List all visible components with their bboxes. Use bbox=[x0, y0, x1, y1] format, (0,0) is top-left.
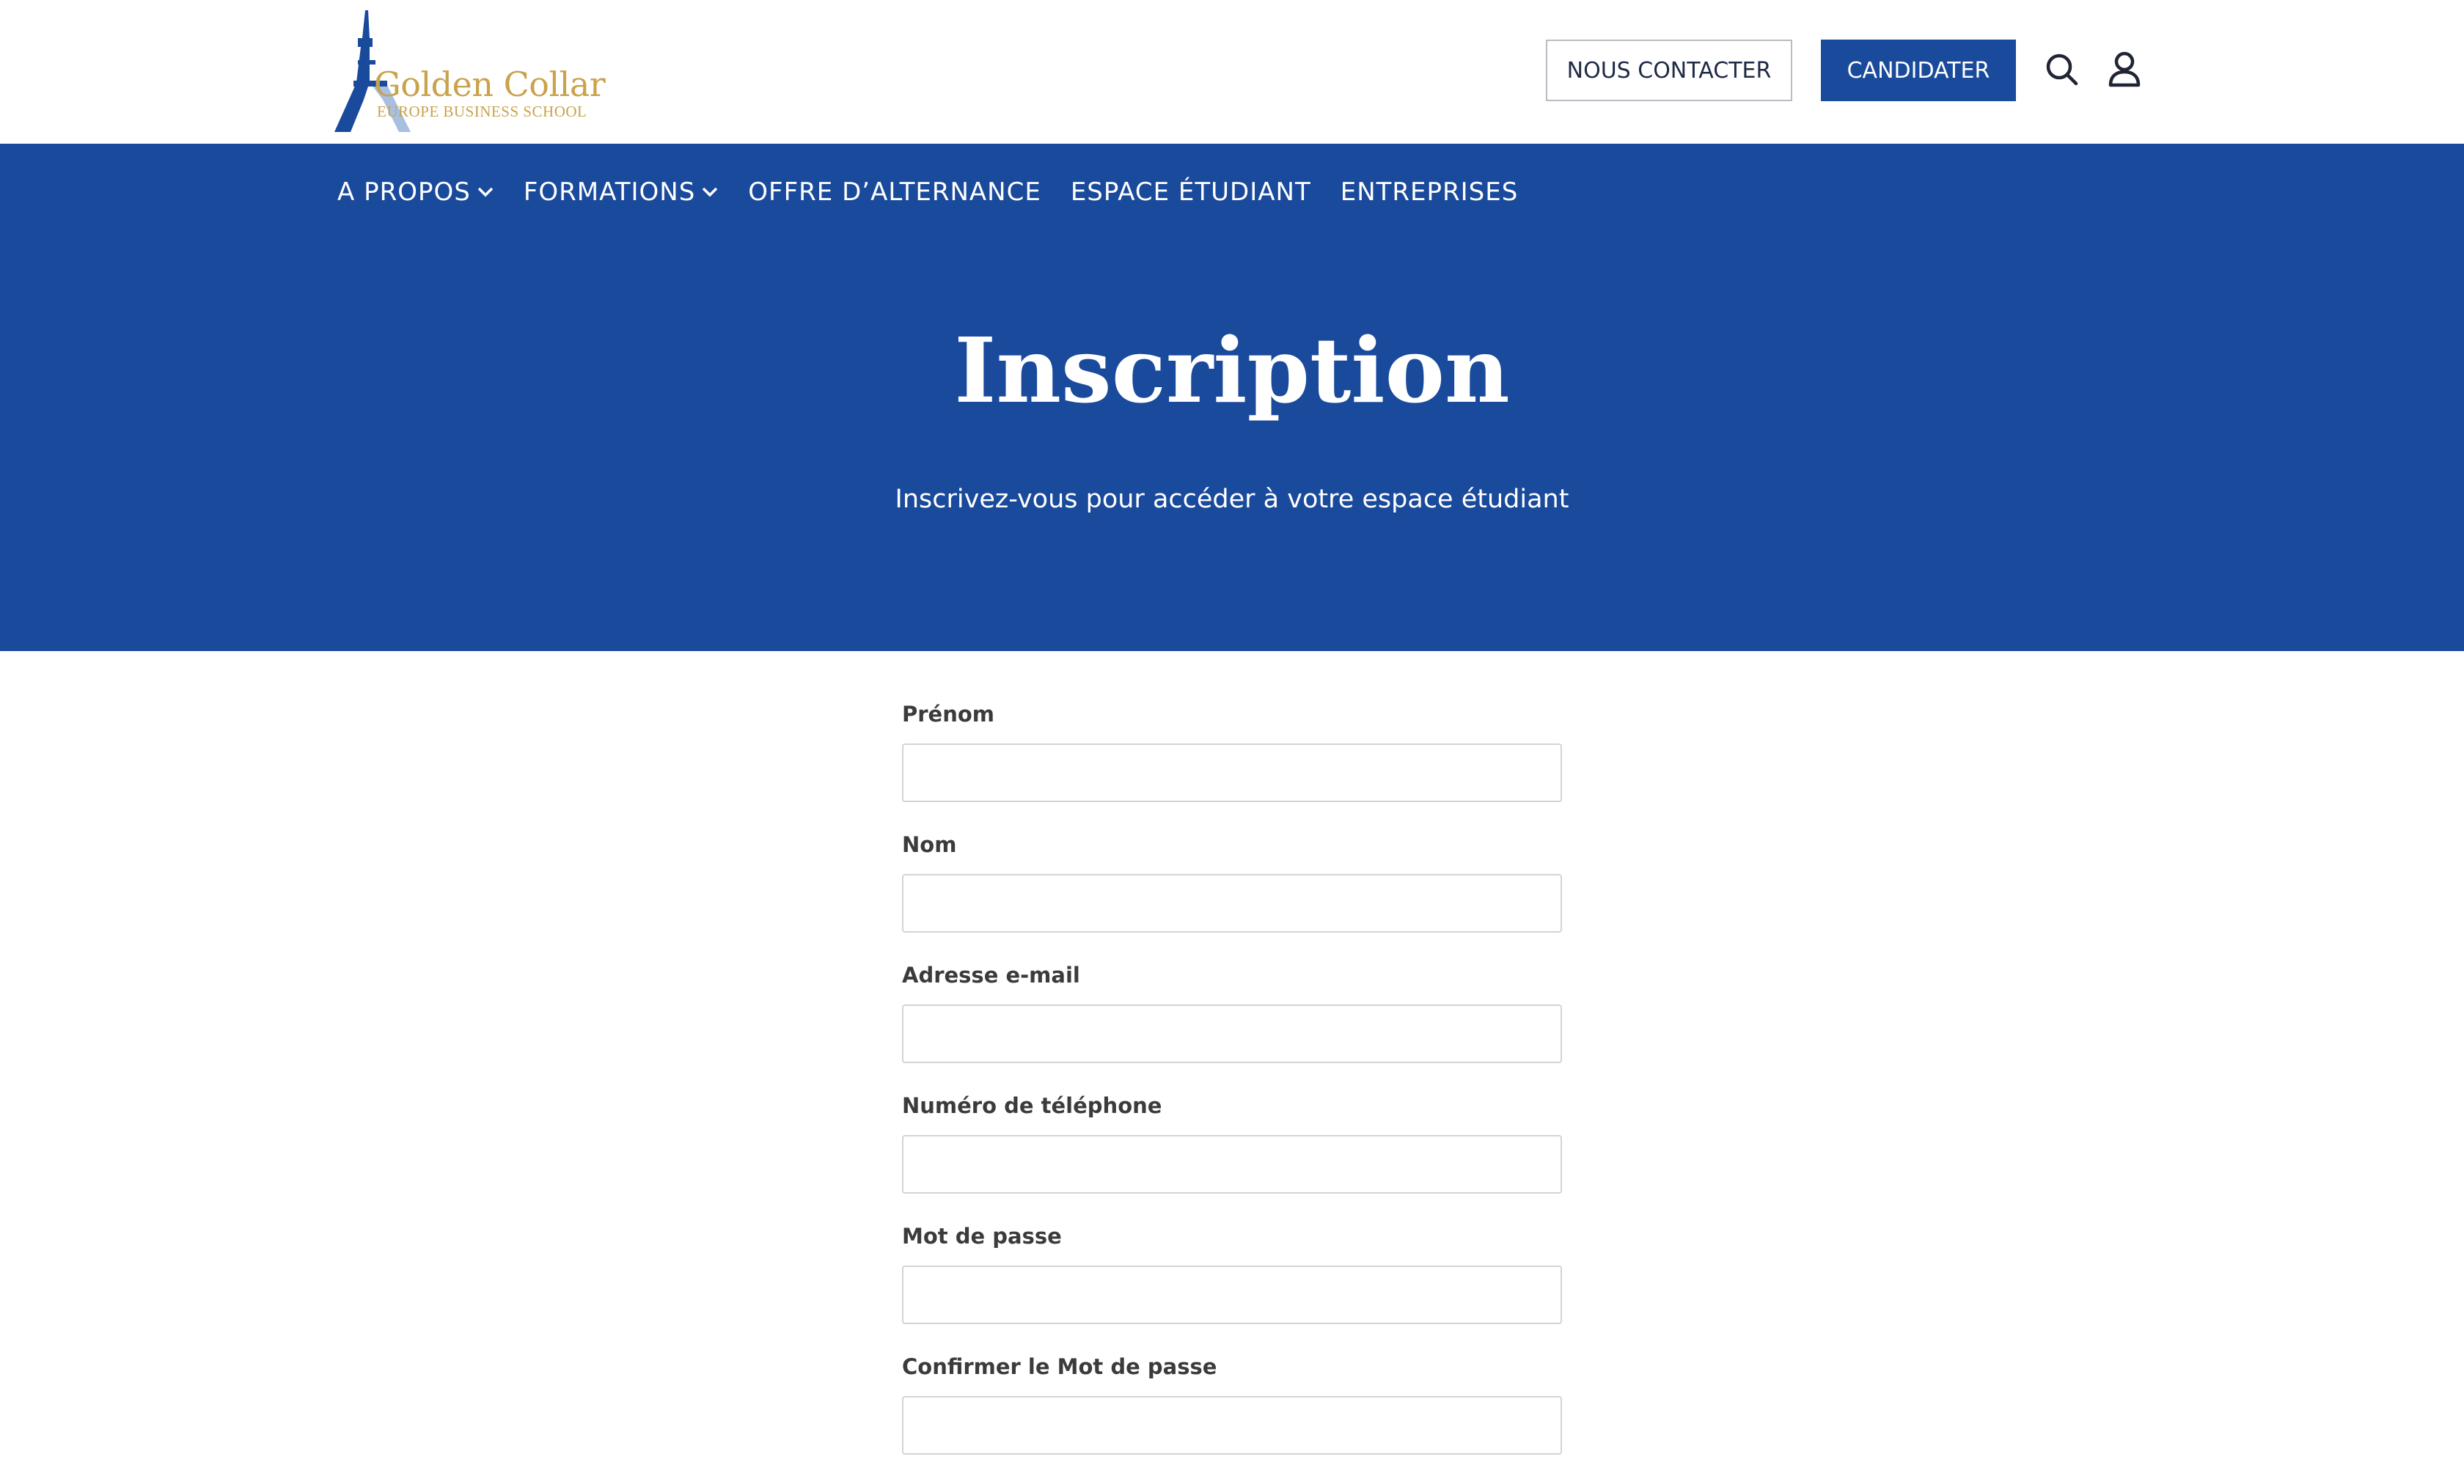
first-name-input[interactable] bbox=[902, 743, 1562, 802]
nav-item-a-propos[interactable]: A PROPOS bbox=[337, 177, 494, 207]
registration-form: Prénom Nom Adresse e-mail Numéro de télé… bbox=[902, 701, 1562, 1484]
form-field-first-name: Prénom bbox=[902, 701, 1562, 831]
page-subtitle: Inscrivez-vous pour accéder à votre espa… bbox=[895, 485, 1569, 514]
apply-button[interactable]: CANDIDATER bbox=[1821, 40, 2016, 101]
field-label: Confirmer le Mot de passe bbox=[902, 1354, 1217, 1379]
field-label: Nom bbox=[902, 832, 957, 857]
last-name-input[interactable] bbox=[902, 874, 1562, 933]
contact-button[interactable]: NOUS CONTACTER bbox=[1546, 40, 1792, 101]
nav-item-formations[interactable]: FORMATIONS bbox=[524, 177, 719, 207]
main-nav: A PROPOS FORMATIONS OFFRE D’ALTERNANCE E… bbox=[337, 177, 1547, 207]
nav-item-label: ESPACE ÉTUDIANT bbox=[1070, 177, 1311, 207]
form-field-confirm-password: Confirmer le Mot de passe bbox=[902, 1353, 1562, 1484]
hero-banner: A PROPOS FORMATIONS OFFRE D’ALTERNANCE E… bbox=[0, 144, 2464, 651]
site-header: Golden Collar EUROPE BUSINESS SCHOOL NOU… bbox=[0, 0, 2464, 144]
email-input[interactable] bbox=[902, 1004, 1562, 1063]
chevron-down-icon bbox=[703, 187, 718, 197]
page-title: Inscription bbox=[954, 317, 1510, 423]
logo-tagline: EUROPE BUSINESS SCHOOL bbox=[377, 103, 587, 120]
logo-name: Golden Collar bbox=[374, 65, 606, 104]
nav-item-label: FORMATIONS bbox=[523, 177, 696, 207]
confirm-password-input[interactable] bbox=[902, 1396, 1562, 1455]
form-field-last-name: Nom bbox=[902, 831, 1562, 962]
nav-item-offre-alternance[interactable]: OFFRE D’ALTERNANCE bbox=[748, 177, 1041, 207]
form-field-phone: Numéro de téléphone bbox=[902, 1092, 1562, 1223]
field-label: Prénom bbox=[902, 702, 995, 727]
nav-item-entreprises[interactable]: ENTREPRISES bbox=[1341, 177, 1519, 207]
nav-item-label: OFFRE D’ALTERNANCE bbox=[748, 177, 1041, 207]
phone-input[interactable] bbox=[902, 1135, 1562, 1194]
user-icon[interactable] bbox=[2105, 50, 2144, 89]
search-icon[interactable] bbox=[2042, 50, 2082, 89]
password-input[interactable] bbox=[902, 1266, 1562, 1324]
logo[interactable]: Golden Collar EUROPE BUSINESS SCHOOL bbox=[331, 9, 606, 135]
form-field-email: Adresse e-mail bbox=[902, 962, 1562, 1092]
nav-item-label: A PROPOS bbox=[337, 177, 471, 207]
field-label: Mot de passe bbox=[902, 1224, 1062, 1249]
form-field-password: Mot de passe bbox=[902, 1223, 1562, 1353]
field-label: Numéro de téléphone bbox=[902, 1093, 1162, 1118]
chevron-down-icon bbox=[477, 187, 494, 197]
field-label: Adresse e-mail bbox=[902, 963, 1080, 988]
nav-item-label: ENTREPRISES bbox=[1340, 177, 1519, 207]
nav-item-espace-etudiant[interactable]: ESPACE ÉTUDIANT bbox=[1071, 177, 1311, 207]
